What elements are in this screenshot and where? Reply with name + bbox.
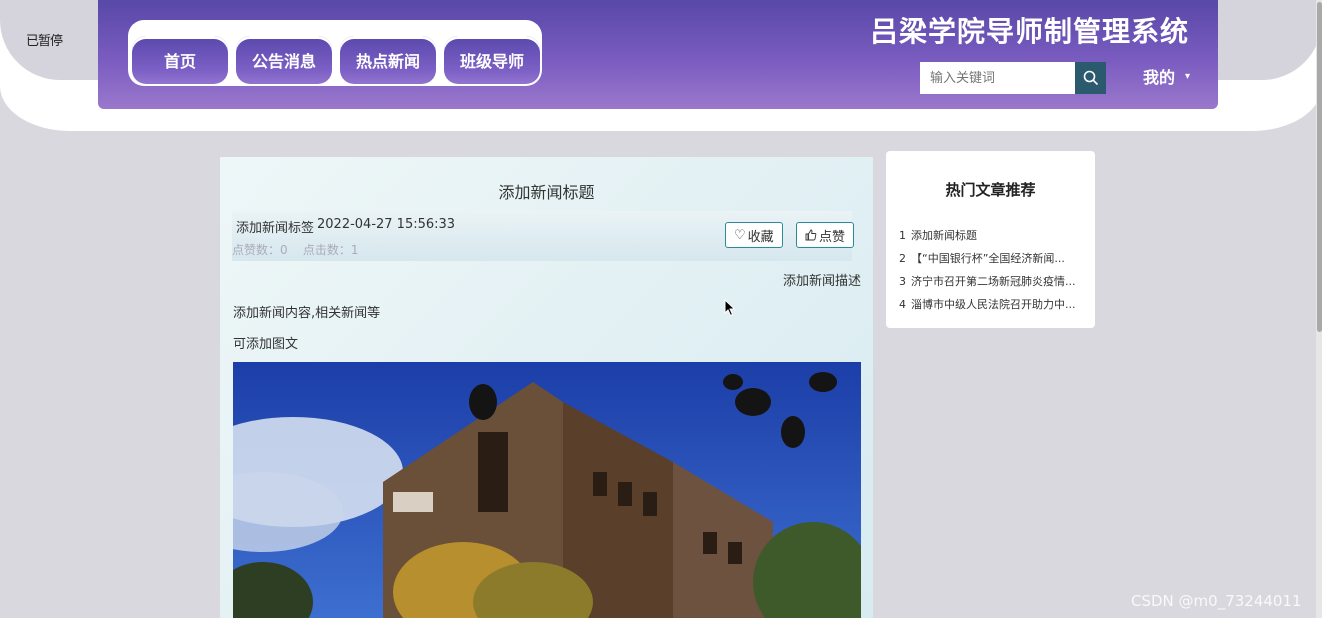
sidebar-article-link[interactable]: 1 添加新闻标题 [899,227,1089,243]
article-tag: 添加新闻标签 [236,221,315,236]
site-title: 吕梁学院导师制管理系统 [870,15,1190,48]
mine-menu[interactable]: 我的 ▾ [1143,64,1190,88]
heart-icon: ♡ [734,227,746,243]
article-description: 添加新闻描述 [782,274,861,289]
nav-class-mentors[interactable]: 班级导师 [444,36,540,84]
favorite-label: 收藏 [747,229,774,245]
like-label: 点赞 [819,229,846,245]
article-panel: 添加新闻标题 添加新闻标签 2022-04-27 15:56:33 点赞数：0 … [220,157,873,618]
hot-articles-sidebar: 热门文章推荐 1 添加新闻标题 2 【“中国银行杯”全国经济新闻... 3 济宁市召开… [886,151,1095,328]
sidebar-article-link[interactable]: 3 济宁市召开第二场新冠肺炎疫情... [899,273,1089,289]
thumbs-up-icon [805,229,817,241]
clicks-count: 点击数：1 [302,243,359,257]
search-button[interactable] [1075,62,1106,94]
favorite-button[interactable]: ♡ 收藏 [725,222,783,248]
article-photo [233,362,861,618]
sidebar-article-link[interactable]: 2 【“中国银行杯”全国经济新闻... [899,250,1089,266]
csdn-watermark: CSDN @m0_73244011 [1131,592,1302,610]
mine-label: 我的 [1143,68,1176,87]
article-date: 2022-04-27 15:56:33 [317,217,456,232]
article-content-line: 添加新闻内容,相关新闻等 [233,306,381,321]
nav-announcements[interactable]: 公告消息 [236,36,332,84]
article-title: 添加新闻标题 [498,183,595,202]
like-button[interactable]: 点赞 [796,222,855,248]
likes-count: 点赞数：0 [232,243,288,257]
nav-hot-news[interactable]: 热点新闻 [340,36,436,84]
sidebar-title: 热门文章推荐 [945,181,1036,199]
nav-home[interactable]: 首页 [132,36,228,84]
caret-down-icon: ▾ [1185,70,1191,82]
site-header: 首页 公告消息 热点新闻 班级导师 吕梁学院导师制管理系统 我的 ▾ [98,0,1218,109]
paused-status: 已暂停 [26,34,63,49]
mouse-cursor-icon [724,299,736,317]
scrollbar-thumb[interactable] [1317,2,1322,332]
article-content-line: 可添加图文 [233,337,299,352]
article-counts: 点赞数：0 点击数：1 [232,241,359,258]
search-icon [1083,70,1098,86]
sidebar-article-link[interactable]: 4 淄博市中级人民法院召开助力中... [899,296,1089,312]
main-nav: 首页 公告消息 热点新闻 班级导师 [128,20,542,86]
search-input[interactable] [920,62,1076,94]
